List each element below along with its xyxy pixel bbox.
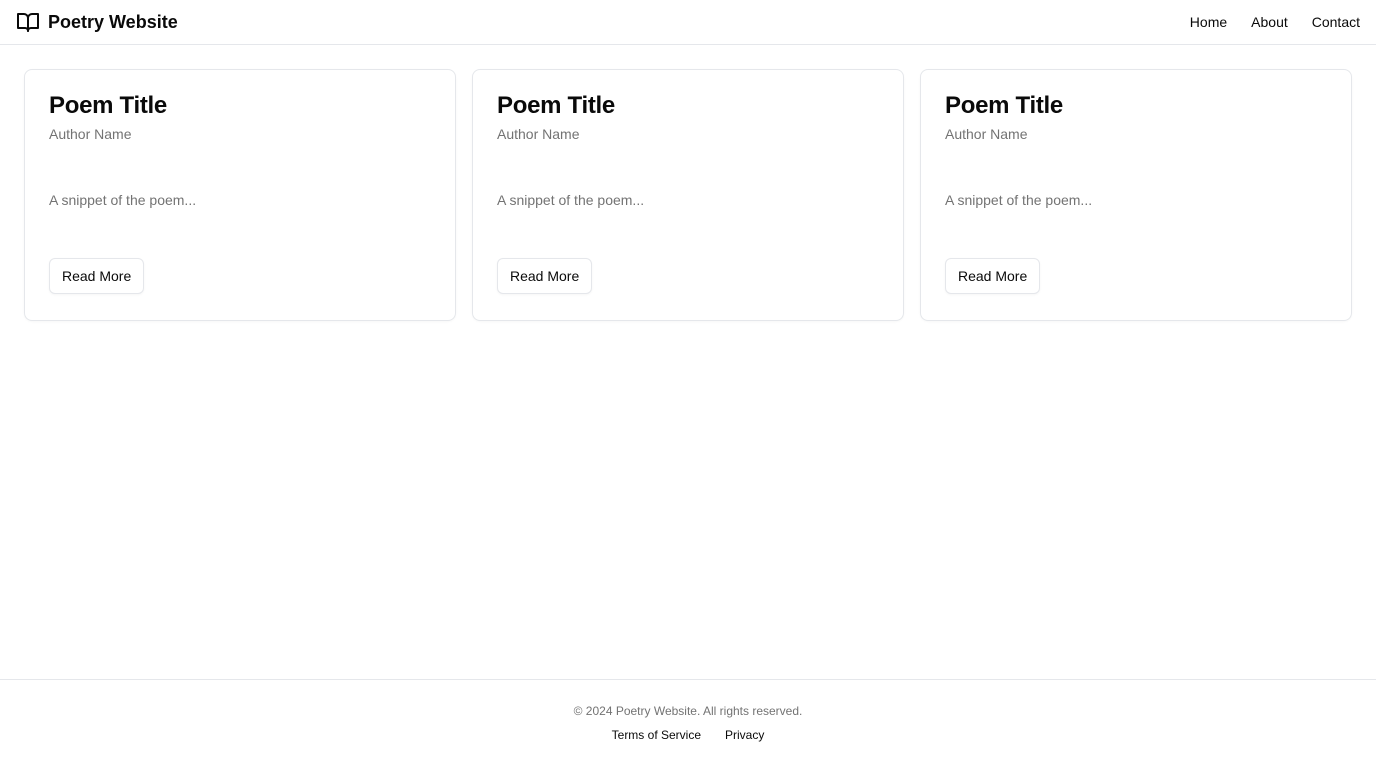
site-header: Poetry Website Home About Contact	[0, 0, 1376, 45]
poem-title: Poem Title	[497, 92, 615, 119]
nav-contact[interactable]: Contact	[1312, 14, 1360, 30]
poem-author: Author Name	[49, 126, 132, 142]
read-more-button[interactable]: Read More	[49, 258, 145, 294]
poem-author: Author Name	[497, 126, 580, 142]
privacy-link[interactable]: Privacy	[725, 728, 764, 742]
poem-title: Poem Title	[945, 92, 1063, 119]
main-nav: Home About Contact	[1190, 14, 1360, 30]
poem-card: Poem Title Author Name A snippet of the …	[472, 69, 904, 321]
poem-snippet: A snippet of the poem...	[497, 192, 645, 208]
poem-grid: Poem Title Author Name A snippet of the …	[24, 69, 1352, 321]
poem-title: Poem Title	[49, 92, 167, 119]
read-more-button[interactable]: Read More	[497, 258, 593, 294]
poem-snippet: A snippet of the poem...	[49, 192, 197, 208]
page: Poetry Website Home About Contact Poem T…	[0, 0, 1376, 768]
book-open-icon	[16, 10, 40, 34]
poem-author: Author Name	[945, 126, 1028, 142]
nav-home[interactable]: Home	[1190, 14, 1227, 30]
brand-name: Poetry Website	[48, 11, 178, 32]
site-footer: © 2024 Poetry Website. All rights reserv…	[0, 679, 1376, 768]
terms-link[interactable]: Terms of Service	[612, 728, 701, 742]
nav-about[interactable]: About	[1251, 14, 1288, 30]
poem-card: Poem Title Author Name A snippet of the …	[920, 69, 1352, 321]
poem-snippet: A snippet of the poem...	[945, 192, 1093, 208]
main-content: Poem Title Author Name A snippet of the …	[0, 45, 1376, 679]
footer-links: Terms of Service Privacy	[612, 728, 765, 742]
brand-link[interactable]: Poetry Website	[16, 10, 178, 34]
copyright-text: © 2024 Poetry Website. All rights reserv…	[573, 704, 803, 718]
poem-card: Poem Title Author Name A snippet of the …	[24, 69, 456, 321]
read-more-button[interactable]: Read More	[945, 258, 1041, 294]
